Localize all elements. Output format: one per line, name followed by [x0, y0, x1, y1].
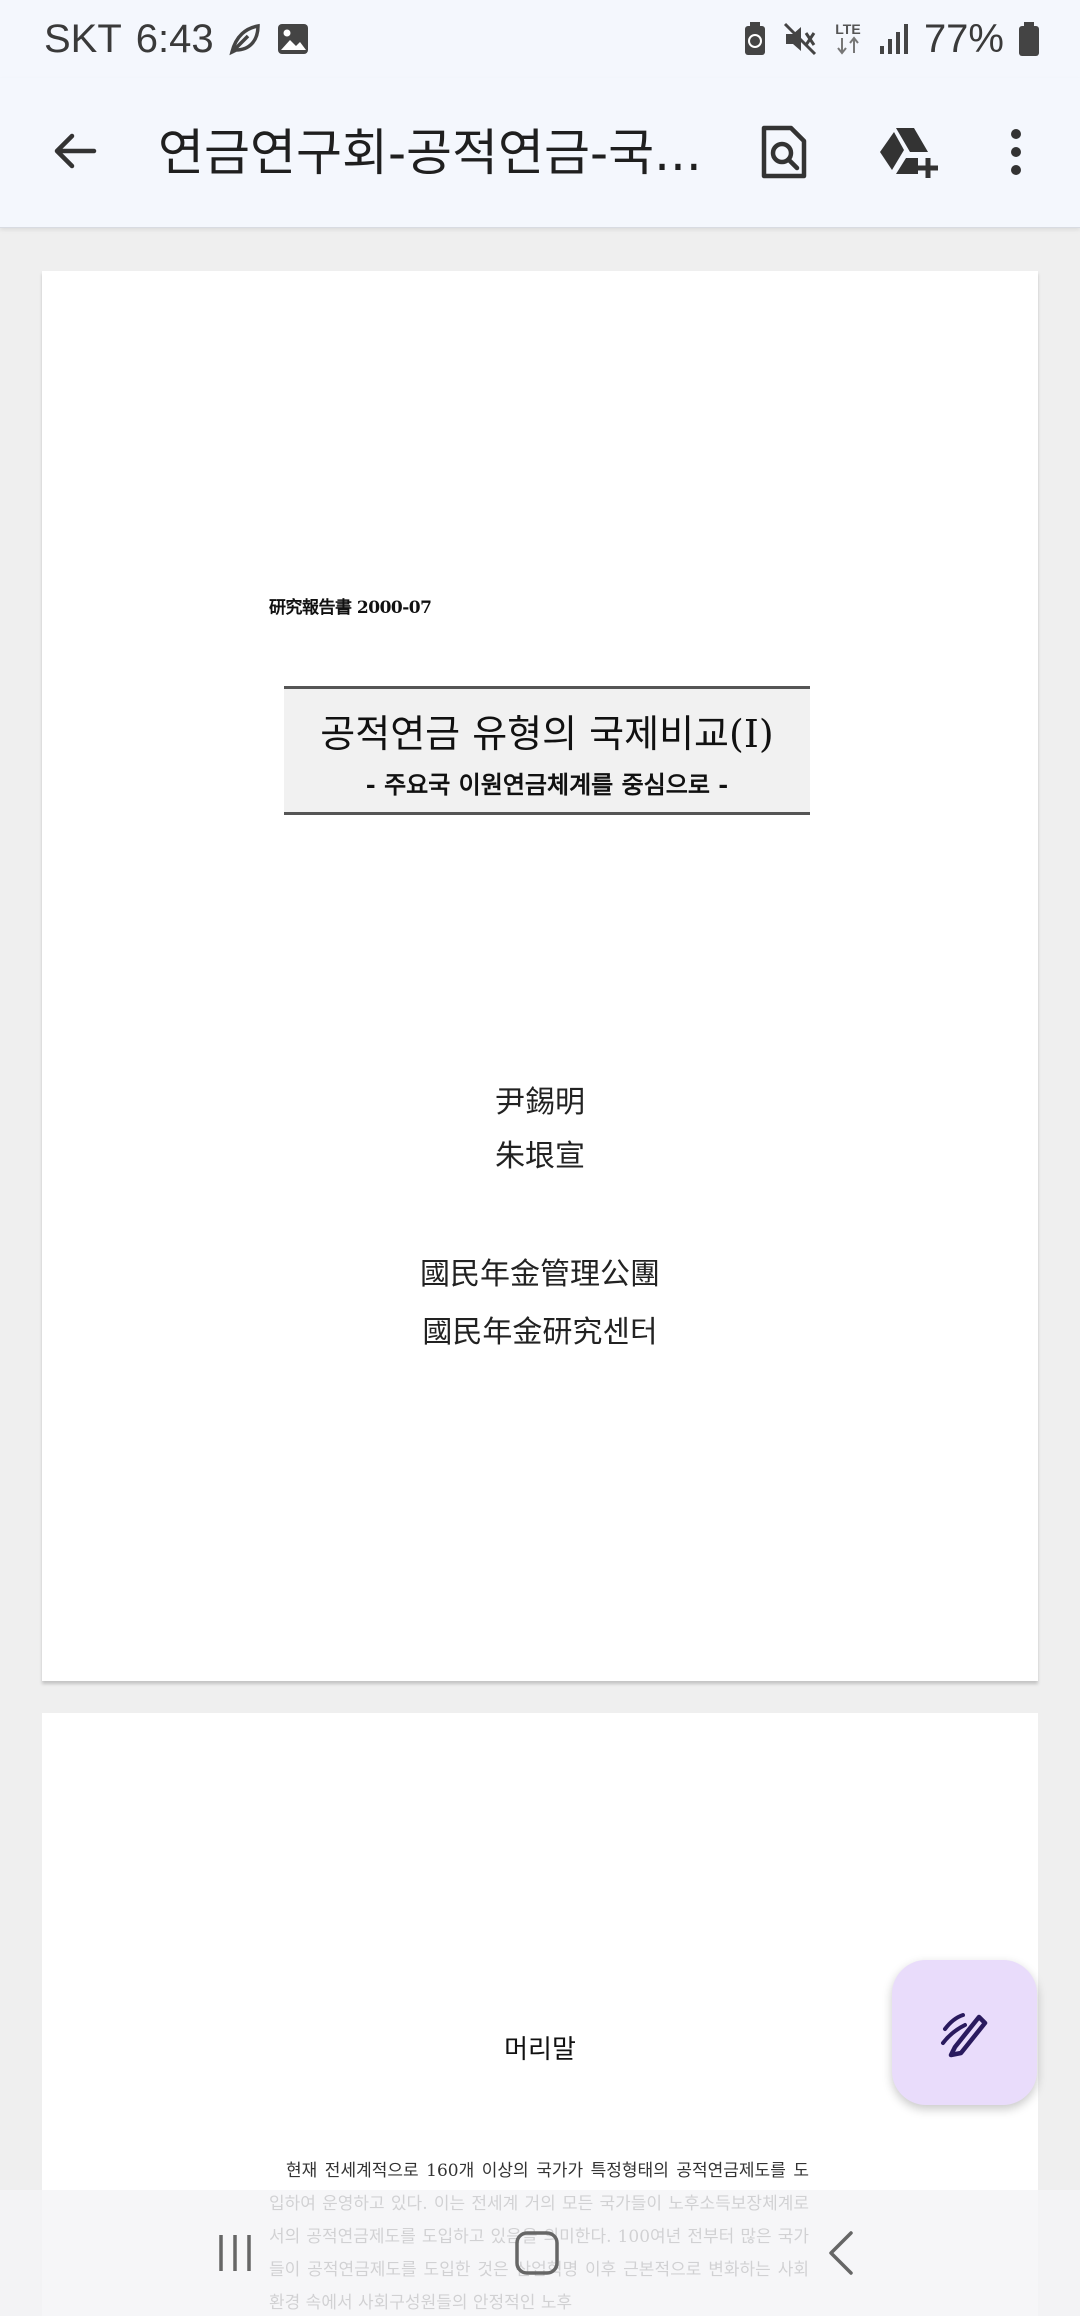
status-left: SKT 6:43: [44, 14, 310, 64]
status-bar: SKT 6:43 LTE 77%: [0, 0, 1080, 78]
recent-apps-icon: [213, 2231, 257, 2279]
navigation-bar: [0, 2190, 1080, 2316]
report-number: 研究報告書 2000-07: [269, 598, 432, 618]
report-subtitle: - 주요국 이원연금체계를 중심으로 -: [365, 770, 729, 799]
save-to-drive-button[interactable]: [872, 118, 944, 190]
edit-fab-button[interactable]: [892, 1960, 1037, 2105]
search-document-button[interactable]: [748, 118, 820, 190]
preface-heading: 머리말: [504, 2035, 576, 2065]
back-nav-button[interactable]: [796, 2220, 886, 2290]
report-title: 공적연금 유형의 국제비교(Ⅰ): [320, 712, 774, 756]
svg-text:LTE: LTE: [835, 21, 860, 37]
home-icon: [513, 2229, 561, 2281]
drive-add-icon: [876, 124, 940, 184]
carrier-label: SKT: [44, 16, 122, 61]
battery-percent: 77%: [923, 16, 1004, 61]
leaf-icon: [228, 22, 262, 56]
back-nav-icon: [821, 2229, 861, 2281]
author-2: 朱垠宣: [495, 1139, 585, 1174]
top-app-bar: 연금연구회-공적연금-국...: [0, 78, 1080, 228]
pdf-page-1: 研究報告書 2000-07 공적연금 유형의 국제비교(Ⅰ) - 주요국 이원연…: [42, 271, 1038, 1681]
title-box: 공적연금 유형의 국제비교(Ⅰ) - 주요국 이원연금체계를 중심으로 -: [284, 686, 810, 815]
edit-pen-icon: [937, 2003, 993, 2063]
battery-icon: [1018, 21, 1040, 57]
battery-saver-icon: [742, 21, 768, 57]
more-vert-icon: [1008, 127, 1024, 181]
organization-2: 國民年金研究센터: [422, 1315, 658, 1350]
organization-1: 國民年金管理公團: [420, 1257, 660, 1292]
mute-icon: [782, 21, 818, 57]
document-title: 연금연구회-공적연금-국...: [158, 124, 702, 182]
clock: 6:43: [135, 16, 214, 61]
lte-icon: LTE: [832, 20, 864, 58]
search-document-icon: [759, 124, 809, 184]
author-1: 尹錫明: [495, 1085, 585, 1120]
signal-icon: [878, 22, 910, 56]
image-icon: [276, 22, 310, 56]
recent-apps-button[interactable]: [190, 2220, 280, 2290]
home-button[interactable]: [492, 2220, 582, 2290]
status-right: LTE 77%: [742, 14, 1040, 64]
more-options-button[interactable]: [986, 118, 1046, 190]
back-arrow-icon: [50, 126, 100, 180]
back-button[interactable]: [40, 118, 110, 188]
